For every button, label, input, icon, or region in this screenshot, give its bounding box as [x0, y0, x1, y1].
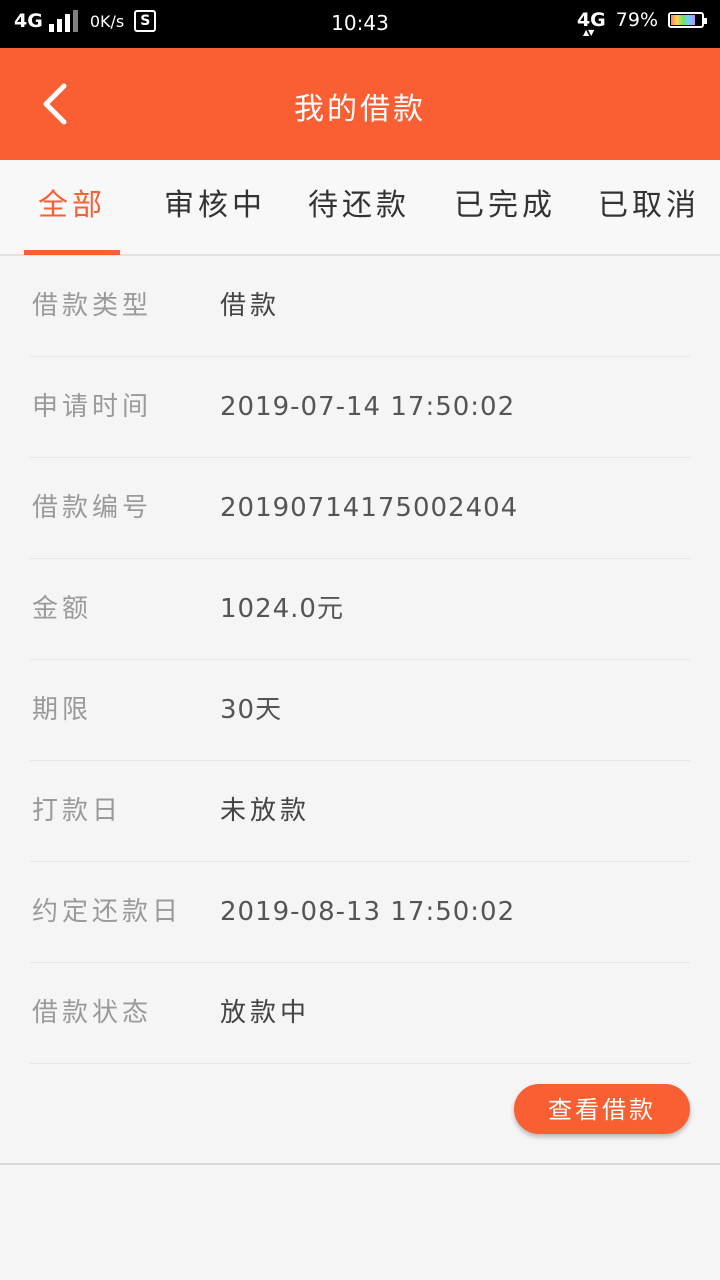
detail-value: 20190714175002404	[220, 493, 519, 523]
view-loan-button[interactable]: 查看借款	[514, 1084, 690, 1134]
detail-row-repayment-date: 约定还款日 2019-08-13 17:50:02	[30, 862, 690, 963]
detail-value: 30天	[220, 695, 283, 725]
tab-pending-repayment[interactable]: 待还款	[304, 160, 414, 254]
detail-row-loan-status: 借款状态 放款中	[30, 963, 690, 1064]
tab-reviewing[interactable]: 审核中	[160, 160, 270, 254]
detail-label: 打款日	[32, 796, 123, 826]
network-type-right: 4G	[577, 9, 606, 37]
detail-row-term: 期限 30天	[30, 660, 690, 761]
detail-label: 申请时间	[32, 392, 153, 422]
detail-label: 借款状态	[32, 998, 153, 1028]
detail-row-loan-type: 借款类型 借款	[30, 256, 690, 357]
detail-row-payout-date: 打款日 未放款	[30, 761, 690, 862]
tab-all[interactable]: 全部	[24, 160, 120, 254]
detail-label: 金额	[32, 594, 93, 624]
detail-label: 期限	[32, 695, 93, 725]
detail-row-loan-number: 借款编号 20190714175002404	[30, 458, 690, 559]
detail-row-amount: 金额 1024.0元	[30, 559, 690, 660]
detail-value: 借款	[220, 291, 281, 321]
detail-label: 借款编号	[32, 493, 153, 523]
detail-label: 约定还款日	[32, 897, 183, 927]
tab-cancelled[interactable]: 已取消	[594, 160, 704, 254]
detail-row-apply-time: 申请时间 2019-07-14 17:50:02	[30, 357, 690, 458]
detail-value: 未放款	[220, 796, 311, 826]
loan-details: 借款类型 借款 申请时间 2019-07-14 17:50:02 借款编号 20…	[30, 256, 690, 1064]
detail-value: 2019-08-13 17:50:02	[220, 897, 516, 927]
battery-percent: 79%	[615, 9, 658, 31]
battery-level	[671, 15, 695, 25]
battery-icon	[668, 12, 707, 28]
card-divider	[0, 1163, 720, 1165]
page-title: 我的借款	[294, 92, 426, 127]
app-header: 我的借款	[0, 48, 720, 160]
detail-value: 1024.0元	[220, 594, 344, 624]
detail-label: 借款类型	[32, 291, 153, 321]
status-right: 4G 79%	[577, 9, 707, 37]
tab-completed[interactable]: 已完成	[450, 160, 560, 254]
status-bar: 4G 0K/s S 10:43 4G 79%	[0, 0, 720, 48]
detail-value: 放款中	[220, 998, 311, 1028]
active-tab-indicator	[24, 250, 120, 255]
detail-value: 2019-07-14 17:50:02	[220, 392, 516, 422]
tab-bar: 全部 审核中 待还款 已完成 已取消	[0, 160, 720, 256]
